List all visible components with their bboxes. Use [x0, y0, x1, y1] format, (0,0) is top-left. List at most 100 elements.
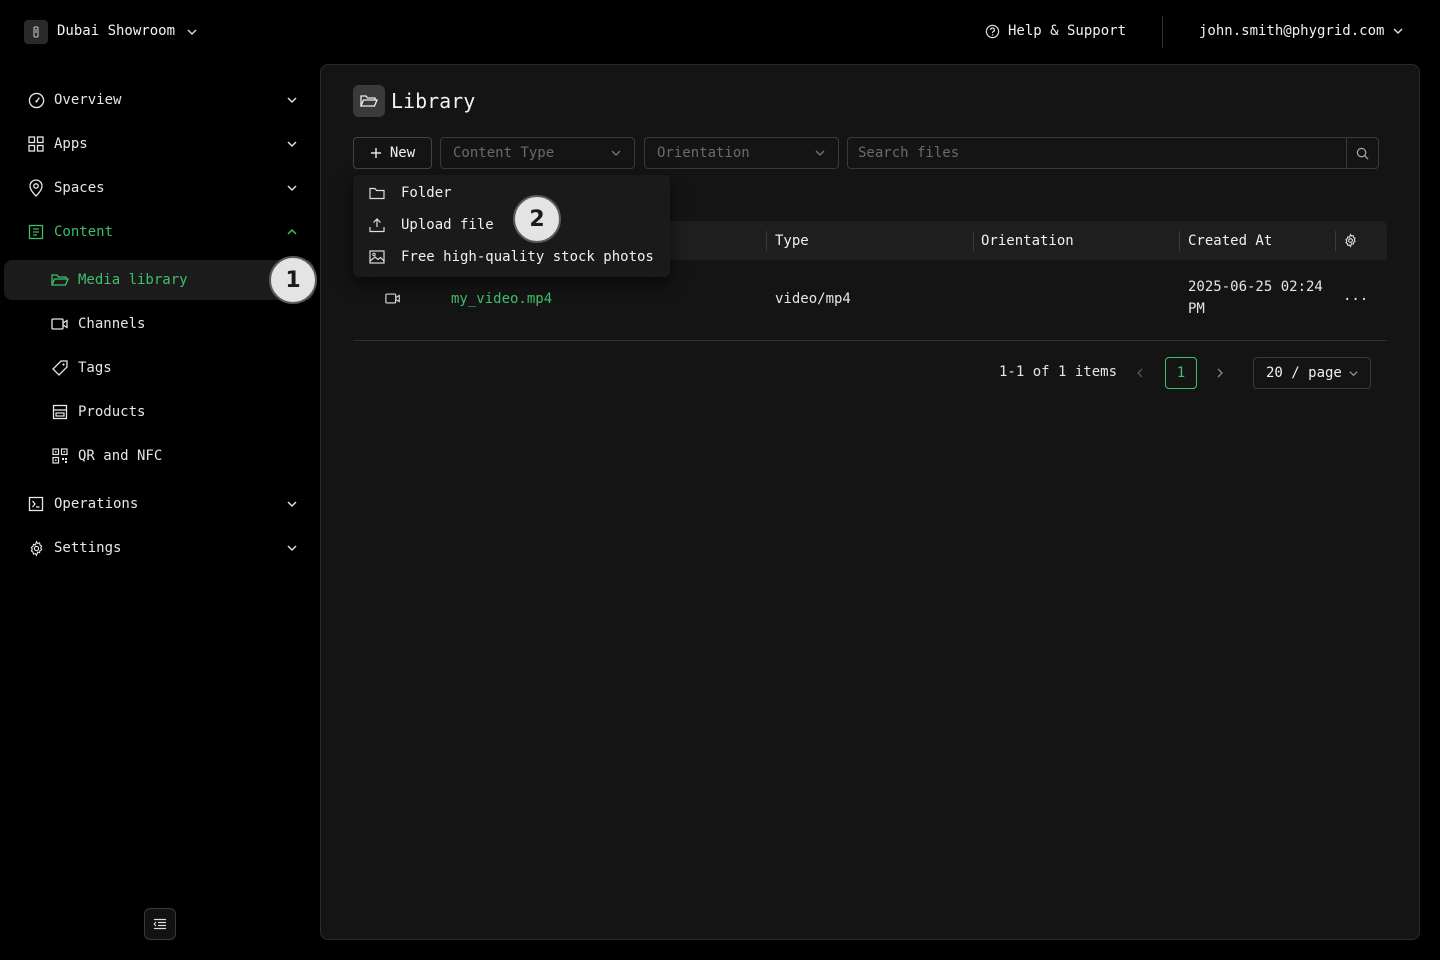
sidebar-item-qr-nfc[interactable]: QR and NFC — [50, 440, 290, 472]
sidebar-item-label: QR and NFC — [78, 448, 163, 464]
help-support-link[interactable]: Help & Support — [985, 23, 1126, 39]
sidebar-item-products[interactable]: Products — [50, 396, 290, 428]
file-type: video/mp4 — [775, 291, 851, 307]
tag-icon — [50, 360, 70, 376]
sidebar-item-label: Media library — [78, 272, 188, 288]
sidebar-item-label: Tags — [78, 360, 112, 376]
content-type-placeholder: Content Type — [453, 145, 555, 161]
image-icon — [353, 250, 401, 264]
chevron-down-icon — [284, 498, 300, 510]
column-header-type[interactable]: Type — [775, 221, 809, 260]
sidebar-item-media-library[interactable]: Media library — [50, 264, 290, 296]
search-input[interactable] — [848, 138, 1346, 168]
workspace-chevron-down-icon[interactable] — [186, 26, 198, 38]
step-badge-2: 2 — [513, 195, 561, 243]
sidebar-item-apps[interactable]: Apps — [26, 128, 306, 160]
column-separator — [1335, 231, 1336, 251]
orientation-placeholder: Orientation — [657, 145, 750, 161]
content-type-select[interactable]: Content Type — [440, 137, 635, 169]
menu-item-label: Free high-quality stock photos — [401, 249, 654, 265]
folder-open-icon — [50, 273, 70, 287]
folder-icon — [353, 187, 401, 200]
page-title: Library — [391, 89, 476, 113]
user-chevron-down-icon — [1392, 25, 1404, 37]
created-at-date: 2025-06-25 02:24 — [1188, 279, 1323, 295]
new-button[interactable]: New — [353, 137, 432, 169]
sidebar-item-label: Products — [78, 404, 146, 420]
content-icon — [26, 224, 46, 240]
menu-item-stock-photos[interactable]: Free high-quality stock photos — [353, 241, 670, 273]
help-circle-icon — [985, 24, 1000, 39]
prev-page-button[interactable] — [1133, 364, 1147, 382]
store-icon — [50, 404, 70, 420]
qr-code-icon — [50, 448, 70, 464]
location-pin-icon — [26, 179, 46, 197]
new-dropdown-menu: Folder Upload file Free high-quality sto… — [353, 175, 670, 277]
upload-icon — [353, 217, 401, 233]
sidebar-item-content[interactable]: Content — [26, 216, 306, 248]
chevron-down-icon — [1348, 368, 1359, 379]
video-icon — [385, 292, 401, 305]
video-icon — [50, 317, 70, 331]
column-separator — [973, 231, 974, 251]
column-separator — [766, 231, 767, 251]
search-icon — [1356, 147, 1369, 160]
pagination-info: 1-1 of 1 items — [999, 364, 1118, 380]
help-support-label: Help & Support — [1008, 23, 1127, 39]
workspace-name[interactable]: Dubai Showroom — [57, 23, 175, 39]
file-name-link[interactable]: my_video.mp4 — [451, 291, 552, 307]
orientation-select[interactable]: Orientation — [644, 137, 839, 169]
page-number-current[interactable]: 1 — [1165, 357, 1197, 389]
sidebar-item-label: Spaces — [54, 180, 105, 196]
page-size-select[interactable]: 20 / page — [1253, 357, 1371, 389]
sidebar-item-label: Apps — [54, 136, 88, 152]
gear-icon — [26, 540, 46, 557]
sidebar-item-operations[interactable]: Operations — [26, 488, 306, 520]
sidebar-item-label: Operations — [54, 496, 139, 512]
column-settings-button[interactable] — [1343, 221, 1358, 260]
new-button-label: New — [389, 145, 416, 161]
chevron-down-icon — [610, 147, 622, 159]
row-actions-button[interactable]: ... — [1343, 288, 1368, 304]
column-header-created-at[interactable]: Created At — [1188, 221, 1272, 260]
dashboard-icon — [26, 92, 46, 109]
user-email: john.smith@phygrid.com — [1199, 23, 1385, 39]
plus-icon — [370, 147, 382, 159]
gear-icon — [1343, 233, 1358, 248]
chevron-up-icon — [284, 226, 300, 238]
created-at-time: PM — [1188, 301, 1205, 317]
sidebar-item-tags[interactable]: Tags — [50, 352, 290, 384]
sidebar-item-spaces[interactable]: Spaces — [26, 172, 306, 204]
chevron-down-icon — [284, 138, 300, 150]
step-badge-1: 1 — [269, 256, 317, 304]
collapse-sidebar-button[interactable] — [144, 908, 176, 940]
header-divider — [1162, 16, 1163, 48]
next-page-button[interactable] — [1213, 364, 1227, 382]
user-menu[interactable]: john.smith@phygrid.com — [1199, 23, 1404, 39]
chevron-down-icon — [814, 147, 826, 159]
sidebar-item-channels[interactable]: Channels — [50, 308, 290, 340]
apps-grid-icon — [26, 136, 46, 152]
sidebar-item-settings[interactable]: Settings — [26, 532, 306, 564]
workspace-logo-icon[interactable] — [24, 20, 48, 44]
page-size-value: 20 / page — [1266, 365, 1342, 381]
menu-item-label: Upload file — [401, 217, 494, 233]
collapse-menu-icon — [153, 918, 167, 930]
folder-open-icon — [353, 85, 385, 117]
column-header-orientation[interactable]: Orientation — [981, 221, 1074, 260]
menu-item-folder[interactable]: Folder — [353, 177, 670, 209]
menu-item-label: Folder — [401, 185, 452, 201]
sidebar-item-overview[interactable]: Overview — [26, 84, 306, 116]
search-button[interactable] — [1346, 138, 1378, 168]
terminal-icon — [26, 496, 46, 512]
search-box — [847, 137, 1379, 169]
chevron-down-icon — [284, 94, 300, 106]
menu-item-upload-file[interactable]: Upload file — [353, 209, 670, 241]
sidebar-item-label: Overview — [54, 92, 122, 108]
chevron-down-icon — [284, 182, 300, 194]
column-separator — [1179, 231, 1180, 251]
chevron-down-icon — [284, 542, 300, 554]
sidebar-item-label: Settings — [54, 540, 122, 556]
sidebar-item-label: Content — [54, 224, 114, 240]
sidebar-item-label: Channels — [78, 316, 146, 332]
